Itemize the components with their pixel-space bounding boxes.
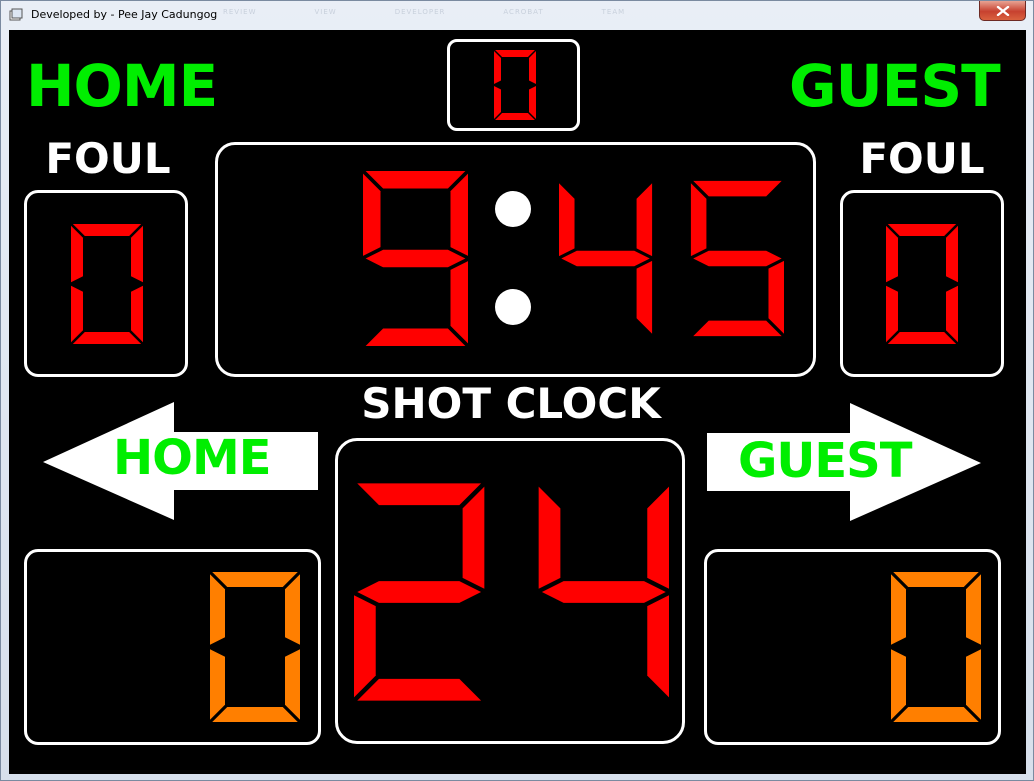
digit-segment xyxy=(887,332,957,344)
digit-segment xyxy=(210,649,225,720)
segment-digit xyxy=(71,224,143,344)
digit-segment xyxy=(131,225,143,283)
digit-segment xyxy=(71,285,83,343)
digit-segment xyxy=(538,486,561,589)
home-foul-label: FOUL xyxy=(45,134,171,183)
guest-fouls-display xyxy=(886,224,958,344)
digit-segment xyxy=(647,595,669,698)
digit-segment xyxy=(946,285,958,343)
clock-colon-bottom xyxy=(495,289,531,325)
digit-segment xyxy=(966,649,981,720)
title-bar[interactable]: Developed by - Pee Jay Cadungog REVIEW VI… xyxy=(1,1,1033,29)
digit-segment xyxy=(357,483,482,506)
digit-segment xyxy=(768,260,784,334)
ghost-tab: TEAM xyxy=(601,8,626,16)
segment-digit xyxy=(538,486,669,698)
digit-segment xyxy=(357,678,482,701)
digit-segment xyxy=(212,707,298,722)
digit-segment xyxy=(72,224,142,236)
digit-segment xyxy=(966,574,981,645)
ghost-tab: VIEW xyxy=(314,8,337,16)
digit-segment xyxy=(495,50,535,57)
digit-segment xyxy=(690,183,707,257)
digit-segment xyxy=(365,171,466,189)
digit-segment xyxy=(529,86,536,119)
app-window: Developed by - Pee Jay Cadungog REVIEW VI… xyxy=(0,0,1034,781)
possession-guest-label: GUEST xyxy=(738,433,912,489)
digit-segment xyxy=(529,51,536,84)
segment-digit xyxy=(891,572,981,722)
segment-digit xyxy=(210,572,300,722)
segment-digit xyxy=(690,180,784,337)
period-display xyxy=(494,50,536,120)
close-icon xyxy=(996,6,1010,16)
digit-segment xyxy=(559,183,575,257)
digit-segment xyxy=(494,86,501,119)
digit-segment xyxy=(561,250,650,267)
digit-segment xyxy=(495,113,535,120)
digit-segment xyxy=(887,224,957,236)
ghost-tab: ACROBAT xyxy=(503,8,544,16)
digit-segment xyxy=(886,225,898,283)
digit-segment xyxy=(946,225,958,283)
digit-segment xyxy=(893,572,979,587)
digit-segment xyxy=(494,51,501,84)
digit-segment xyxy=(71,225,83,283)
segment-digit xyxy=(559,183,653,334)
digit-segment xyxy=(285,649,300,720)
digit-segment xyxy=(285,574,300,645)
digit-segment xyxy=(450,173,468,256)
digit-segment xyxy=(541,581,666,603)
digit-segment xyxy=(365,249,466,268)
ghost-tab: DEVELOPER xyxy=(394,8,446,16)
digit-segment xyxy=(893,707,979,722)
shot-clock-display xyxy=(354,483,669,701)
guest-title: GUEST xyxy=(789,52,1001,120)
digit-segment xyxy=(72,332,142,344)
digit-segment xyxy=(365,328,466,346)
segment-digit xyxy=(886,224,958,344)
home-score-display xyxy=(210,572,300,722)
digit-segment xyxy=(212,572,298,587)
digit-segment xyxy=(693,320,782,337)
digit-segment xyxy=(363,173,381,256)
segment-digit xyxy=(494,50,536,120)
shot-clock-label: SHOT CLOCK xyxy=(361,379,661,428)
guest-score-display xyxy=(891,572,981,722)
app-icon xyxy=(9,8,23,21)
digit-segment xyxy=(131,285,143,343)
game-clock-seconds xyxy=(559,180,784,337)
guest-foul-label: FOUL xyxy=(859,134,985,183)
segment-digit xyxy=(354,483,485,701)
window-title: Developed by - Pee Jay Cadungog xyxy=(31,8,218,21)
close-button[interactable] xyxy=(979,1,1026,21)
digit-segment xyxy=(636,183,653,257)
digit-segment xyxy=(891,649,906,720)
digit-segment xyxy=(357,581,482,603)
digit-segment xyxy=(354,595,376,698)
digit-segment xyxy=(693,180,782,197)
scoreboard: HOME GUEST FOUL FOUL SHOT CLOCK HOME GUE… xyxy=(9,30,1026,774)
digit-segment xyxy=(636,260,653,334)
digit-segment xyxy=(462,486,485,589)
ghost-tab: REVIEW xyxy=(223,8,257,16)
digit-segment xyxy=(450,261,468,344)
segment-digit xyxy=(363,171,468,346)
possession-home-label: HOME xyxy=(113,430,272,486)
clock-colon-top xyxy=(495,191,531,227)
background-ribbon-tabs: REVIEW VIEW DEVELOPER ACROBAT TEAM xyxy=(223,8,683,16)
game-clock-minutes xyxy=(363,171,468,346)
digit-segment xyxy=(886,285,898,343)
home-fouls-display xyxy=(71,224,143,344)
digit-segment xyxy=(693,250,782,267)
digit-segment xyxy=(647,486,669,589)
digit-segment xyxy=(210,574,225,645)
digit-segment xyxy=(891,574,906,645)
home-title: HOME xyxy=(26,52,218,120)
